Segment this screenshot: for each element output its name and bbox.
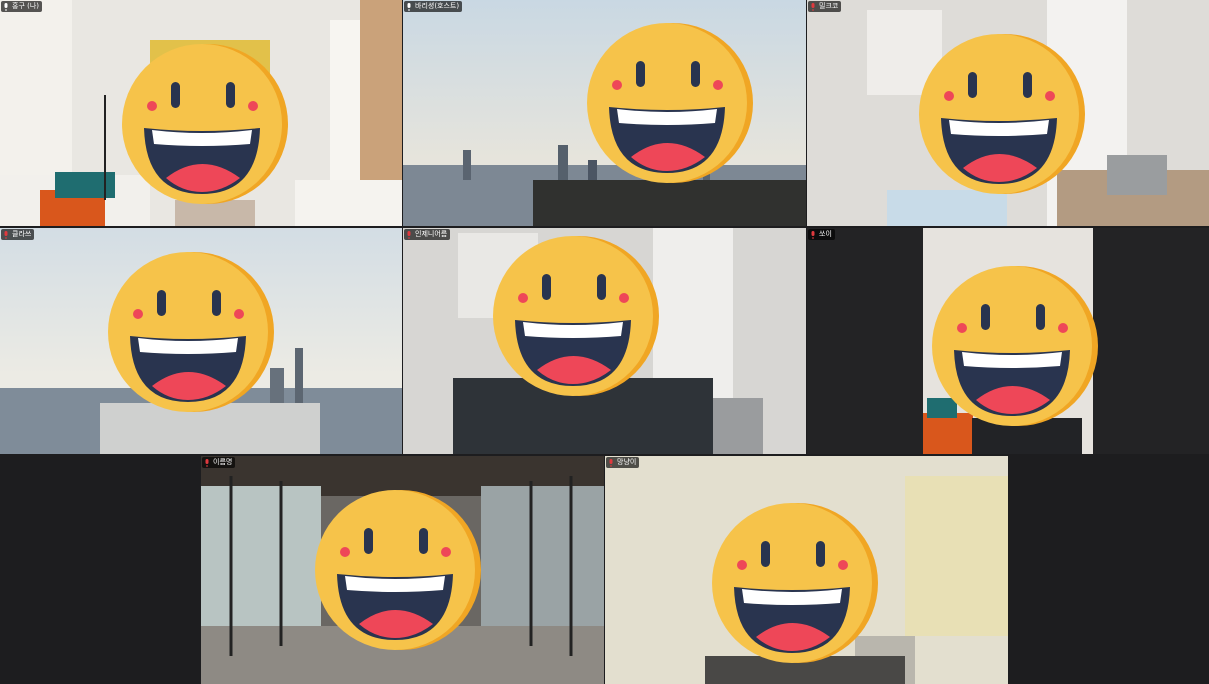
mic-muted-icon [4, 230, 8, 239]
smiley-face-icon [122, 44, 288, 204]
smiley-face-icon [108, 252, 274, 412]
participant-label: 망냥이 [606, 457, 640, 468]
participant-label: 이름명 [202, 457, 236, 468]
smiley-face-icon [493, 236, 659, 396]
smiley-face-icon [919, 34, 1085, 194]
mic-muted-icon [811, 230, 815, 239]
participant-label: 바리셩(호스트) [404, 1, 463, 12]
participant-label: 홍구 (나) [1, 1, 43, 12]
video-tile-6[interactable]: 쏘이 [807, 228, 1209, 454]
video-tile-7[interactable]: 이름명 [201, 456, 604, 684]
video-tile-2[interactable]: 바리셩(호스트) [403, 0, 806, 226]
mic-muted-icon [609, 458, 613, 467]
mic-icon [407, 2, 411, 11]
mic-muted-icon [205, 458, 209, 467]
participant-label: 인제니어름 [404, 229, 451, 240]
mic-muted-icon [811, 2, 815, 11]
participant-label: 밀크코 [808, 1, 842, 12]
video-tile-3[interactable]: 밀크코 [807, 0, 1209, 226]
video-tile-1[interactable]: 홍구 (나) [0, 0, 402, 226]
smiley-face-icon [315, 490, 481, 650]
participant-label: 클라쓰 [1, 229, 35, 240]
smiley-face-icon [587, 23, 753, 183]
mic-muted-icon [407, 230, 411, 239]
video-tile-5[interactable]: 인제니어름 [403, 228, 806, 454]
video-tile-4[interactable]: 클라쓰 [0, 228, 402, 454]
smiley-face-icon [712, 503, 878, 663]
mic-icon [4, 2, 8, 11]
smiley-face-icon [932, 266, 1098, 426]
video-tile-8[interactable]: 망냥이 [605, 456, 1008, 684]
participant-label: 쏘이 [808, 229, 835, 240]
